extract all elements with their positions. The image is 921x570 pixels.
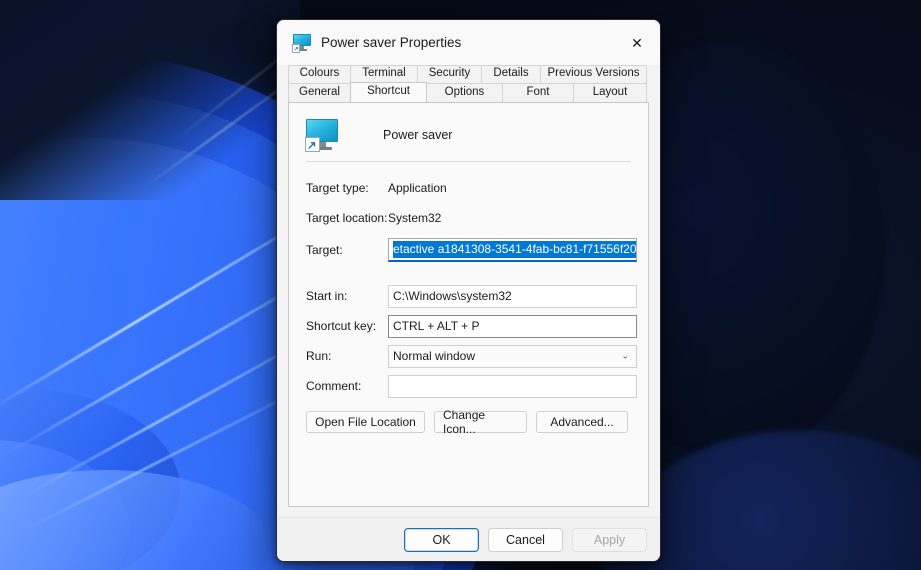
- dialog-footer: OK Cancel Apply: [277, 517, 660, 561]
- comment-row: Comment:: [299, 373, 638, 399]
- advanced-button[interactable]: Advanced...: [536, 411, 628, 433]
- tab-security-label: Security: [428, 67, 471, 80]
- tab-layout[interactable]: Layout: [573, 83, 647, 102]
- tab-font-label: Font: [526, 85, 550, 98]
- shortcut-action-buttons: Open File Location Change Icon... Advanc…: [299, 408, 638, 436]
- tab-general-label: General: [299, 85, 340, 98]
- ok-button[interactable]: OK: [404, 527, 479, 552]
- target-location-label: Target location:: [306, 211, 388, 225]
- chevron-down-icon: ⌄: [621, 350, 629, 361]
- monitor-shortcut-icon: [292, 33, 311, 53]
- target-label: Target:: [306, 243, 343, 257]
- tab-colours-label: Colours: [299, 67, 340, 80]
- comment-label: Comment:: [306, 379, 362, 393]
- target-row: Target: etactive a1841308-3541-4fab-bc81…: [299, 235, 638, 265]
- tab-font[interactable]: Font: [502, 83, 574, 102]
- tab-general[interactable]: General: [288, 83, 351, 102]
- shortcut-key-row: Shortcut key: CTRL + ALT + P: [299, 313, 638, 339]
- tab-options[interactable]: Options: [426, 83, 503, 102]
- tab-terminal[interactable]: Terminal: [350, 65, 418, 83]
- target-input[interactable]: etactive a1841308-3541-4fab-bc81-f71556f…: [388, 238, 637, 262]
- close-icon: ✕: [631, 34, 643, 51]
- shortcut-key-label: Shortcut key:: [306, 319, 377, 333]
- change-icon-button[interactable]: Change Icon...: [434, 408, 527, 436]
- open-file-location-label: Open File Location: [315, 415, 416, 429]
- start-in-row: Start in: C:\Windows\system32: [299, 283, 638, 309]
- run-value: Normal window: [393, 349, 476, 363]
- tab-shortcut[interactable]: Shortcut: [350, 82, 427, 102]
- dialog-titlebar[interactable]: Power saver Properties ✕: [277, 20, 660, 65]
- target-location-row: Target location: System32: [299, 205, 638, 231]
- properties-dialog: Power saver Properties ✕ Colours Termina…: [276, 19, 661, 562]
- start-in-input[interactable]: C:\Windows\system32: [388, 284, 637, 308]
- start-in-value: C:\Windows\system32: [393, 289, 512, 303]
- shortcut-header: Power saver: [299, 117, 638, 161]
- start-in-label: Start in:: [306, 289, 348, 303]
- apply-label: Apply: [593, 532, 626, 547]
- ok-label: OK: [432, 532, 451, 547]
- cancel-label: Cancel: [506, 532, 545, 547]
- run-select[interactable]: Normal window ⌄: [388, 344, 637, 368]
- tab-row-bottom: General Shortcut Options Font Layout: [288, 82, 649, 102]
- dialog-title: Power saver Properties: [321, 35, 462, 50]
- tab-previous-versions[interactable]: Previous Versions: [540, 65, 647, 83]
- run-label: Run:: [306, 349, 332, 363]
- tab-previous-versions-label: Previous Versions: [547, 67, 640, 80]
- target-location-value: System32: [388, 211, 442, 225]
- tab-details-label: Details: [493, 67, 529, 80]
- tab-options-label: Options: [444, 85, 485, 98]
- cancel-button[interactable]: Cancel: [488, 527, 563, 552]
- run-row: Run: Normal window ⌄: [299, 343, 638, 369]
- close-button[interactable]: ✕: [614, 20, 660, 65]
- target-type-row: Target type: Application: [299, 175, 638, 201]
- tab-colours[interactable]: Colours: [288, 65, 351, 83]
- open-file-location-button[interactable]: Open File Location: [306, 411, 425, 433]
- apply-button: Apply: [572, 527, 647, 552]
- monitor-shortcut-icon: [305, 119, 338, 152]
- shortcut-key-value: CTRL + ALT + P: [393, 319, 480, 333]
- tab-details[interactable]: Details: [481, 65, 541, 83]
- header-divider: [306, 161, 631, 162]
- target-input-value: etactive a1841308-3541-4fab-bc81-f71556f…: [393, 241, 636, 258]
- target-type-label: Target type:: [306, 181, 369, 195]
- shortcut-name: Power saver: [383, 128, 453, 142]
- target-type-value: Application: [388, 181, 447, 195]
- tab-shortcut-label: Shortcut: [367, 85, 410, 98]
- wallpaper-dark-corner: [0, 0, 300, 200]
- tab-terminal-label: Terminal: [362, 67, 406, 80]
- shortcut-key-input[interactable]: CTRL + ALT + P: [388, 314, 637, 338]
- desktop-background: Power saver Properties ✕ Colours Termina…: [0, 0, 921, 570]
- tab-layout-label: Layout: [592, 85, 628, 98]
- tab-row-top: Colours Terminal Security Details Previo…: [288, 65, 649, 83]
- change-icon-label: Change Icon...: [443, 408, 486, 436]
- advanced-label: Advanced...: [550, 415, 614, 429]
- shortcut-tab-page: Power saver Target type: Application Tar…: [288, 102, 649, 507]
- comment-input[interactable]: [388, 374, 637, 398]
- tab-security[interactable]: Security: [417, 65, 482, 83]
- tab-strip: Colours Terminal Security Details Previo…: [277, 65, 660, 102]
